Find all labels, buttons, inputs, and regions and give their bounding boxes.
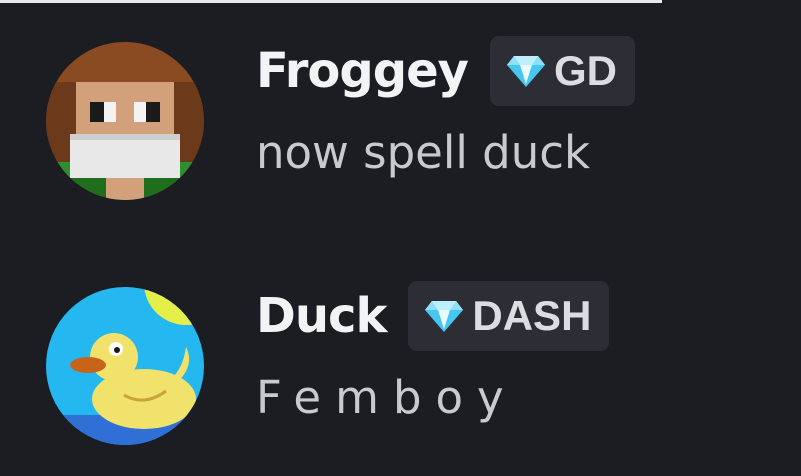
diamond-icon [424,299,464,333]
message-header: Froggey GD [256,36,635,106]
message-header: Duck DASH [256,281,610,351]
server-tag-label: DASH [472,292,592,339]
server-tag[interactable]: DASH [408,281,610,351]
avatar[interactable] [46,287,204,445]
server-tag-label: GD [553,47,617,94]
server-tag[interactable]: GD [489,36,635,106]
avatar[interactable] [46,42,204,200]
top-divider [0,0,662,3]
message-content: Femboy [256,371,518,424]
message-content: now spell duck [256,126,591,179]
username[interactable]: Froggey [256,47,469,95]
username[interactable]: Duck [256,292,387,340]
diamond-icon [506,54,546,88]
